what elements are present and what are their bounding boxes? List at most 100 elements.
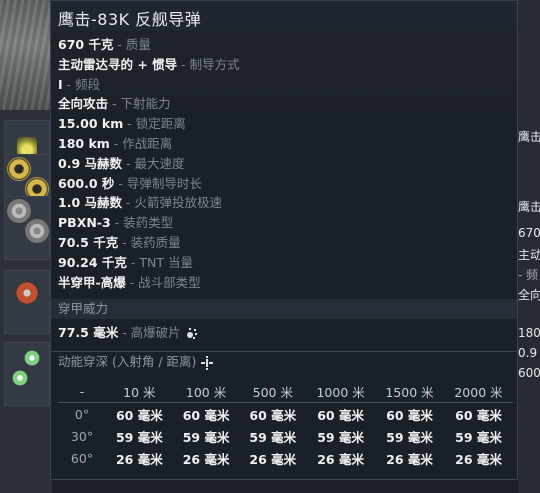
stat-row: 全向攻击 - 下射能力 xyxy=(58,94,240,114)
stat-label: 装药类型 xyxy=(123,215,174,231)
penetration-cell: 60 毫米 xyxy=(115,407,163,423)
penetration-cell: 59 毫米 xyxy=(386,429,433,445)
stat-value: 15.00 km xyxy=(58,116,124,132)
stat-label: 制导方式 xyxy=(189,56,240,72)
penetration-cell: 26 毫米 xyxy=(249,451,297,467)
he-fragment-label: 高爆破片 xyxy=(130,325,181,340)
weapon-slot-column xyxy=(0,110,52,493)
table-row: 60° 26 毫米 26 毫米 26 毫米 26 毫米 26 毫米 26 毫米 xyxy=(58,447,513,469)
background-text: 0.9 xyxy=(518,346,538,360)
weapon-slot[interactable] xyxy=(4,342,50,406)
stat-separator: - xyxy=(62,76,76,92)
stat-row: 600.0 秒 - 导弹制导时长 xyxy=(58,174,240,194)
weapon-stats-list: 670 千克 - 质量 主动雷达寻的 + 惯导 - 制导方式 I - 频段 全向攻击 … xyxy=(58,35,240,292)
stat-separator: - xyxy=(122,155,135,171)
weapon-name-prefix: 鹰击 xyxy=(58,10,92,29)
penetration-cell: 26 毫米 xyxy=(317,451,364,467)
distance-column-header: 10 米 xyxy=(106,380,173,403)
starburst-green-icon xyxy=(9,367,31,389)
penetration-cell: 26 毫米 xyxy=(455,451,502,467)
kinetic-header-label: 动能穿深 (入射角 / 距离) xyxy=(58,354,197,369)
stat-value: 600.0 秒 xyxy=(58,175,115,191)
stat-row: 半穿甲-高爆 - 战斗部类型 xyxy=(58,273,240,293)
stat-value: 70.5 千克 xyxy=(58,234,119,250)
table-corner: - xyxy=(58,380,106,403)
distance-column-header: 100 米 xyxy=(172,380,240,403)
stat-separator: - xyxy=(113,37,126,52)
stat-row: 15.00 km - 锁定距离 xyxy=(58,114,240,134)
weapon-name-suffix: -83K 反舰导弹 xyxy=(91,10,202,29)
stat-label: 质量 xyxy=(125,37,151,52)
angle-icon xyxy=(201,355,214,370)
angle-row-header: 30° xyxy=(70,428,94,444)
weapon-slot[interactable] xyxy=(4,196,50,260)
he-fragment-value: 77.5 毫米 xyxy=(58,325,119,340)
wheel-gold-icon xyxy=(7,157,31,181)
he-fragment-row: 77.5 毫米 - 高爆破片 xyxy=(58,323,199,343)
stat-separator: - xyxy=(118,234,131,250)
table-row: 0° 60 毫米 60 毫米 60 毫米 60 毫米 60 毫米 60 毫米 xyxy=(58,403,513,426)
stat-row: 90.24 千克 - TNT 当量 xyxy=(58,253,240,273)
background-text: 鹰击 xyxy=(518,200,540,214)
background-text: 全向 xyxy=(518,288,540,302)
cluster-gray-icon xyxy=(7,199,31,223)
kinetic-penetration-header: 动能穿深 (入射角 / 距离) xyxy=(51,351,517,371)
penetration-cell: 59 毫米 xyxy=(115,429,163,445)
stat-value: 1.0 马赫数 xyxy=(58,195,122,211)
background-text: 鹰击 xyxy=(518,130,540,144)
stat-separator: - xyxy=(109,135,123,151)
penetration-cell: 60 毫米 xyxy=(317,407,364,423)
stat-value: 0.9 马赫数 xyxy=(58,155,122,171)
penetration-table: -10 米 100 米 500 米 1000 米 1500 米 2000 米 0° 60 毫… xyxy=(58,380,513,469)
stat-label: 频段 xyxy=(75,76,101,92)
angle-row-header: 0° xyxy=(74,406,90,422)
stat-row: I - 频段 xyxy=(58,75,240,95)
stat-label: 导弹制导时长 xyxy=(126,175,202,191)
target-orange-icon xyxy=(15,281,39,305)
penetration-cell: 59 毫米 xyxy=(249,429,297,445)
stat-value: 670 千克 xyxy=(58,37,114,52)
penetration-cell: 60 毫米 xyxy=(386,407,433,423)
stat-row: PBXN-3 - 装药类型 xyxy=(58,213,240,233)
starburst-green-icon xyxy=(21,347,43,369)
distance-column-header: 2000 米 xyxy=(444,380,513,403)
stat-label: 最大速度 xyxy=(134,155,185,171)
distance-column-header: 1000 米 xyxy=(306,380,376,403)
penetration-cell: 26 毫米 xyxy=(182,451,230,467)
stat-value: 90.24 千克 xyxy=(58,254,127,270)
stat-separator: - xyxy=(123,116,136,132)
stat-label: 下射能力 xyxy=(120,96,171,112)
stat-value: 主动雷达寻的 + 惯导 xyxy=(58,56,178,72)
stat-row: 670 千克 - 质量 xyxy=(58,35,240,55)
stat-value: 半穿甲-高爆 xyxy=(58,274,126,290)
penetration-cell: 59 毫米 xyxy=(317,429,364,445)
penetration-cell: 59 毫米 xyxy=(182,429,230,445)
fragment-icon xyxy=(186,327,197,339)
penetration-cell: 59 毫米 xyxy=(455,429,502,445)
angle-row-header: 60° xyxy=(70,450,94,466)
stat-label: 装药质量 xyxy=(130,234,181,250)
stat-separator: - xyxy=(108,96,121,112)
stat-separator: - xyxy=(125,274,139,290)
weapon-title: 鹰击-83K 反舰导弹 xyxy=(58,6,201,30)
stat-label: 锁定距离 xyxy=(135,116,186,132)
stat-row: 180 km - 作战距离 xyxy=(58,134,240,154)
table-row: 30° 59 毫米 59 毫米 59 毫米 59 毫米 59 毫米 59 毫米 xyxy=(58,425,513,447)
stat-label: 作战距离 xyxy=(122,135,173,151)
stat-label: TNT 当量 xyxy=(139,254,193,270)
stat-row: 70.5 千克 - 装药质量 xyxy=(58,233,240,253)
stat-label: 火箭弹投放极速 xyxy=(134,195,222,211)
stat-separator: - xyxy=(110,215,124,231)
cluster-gray-icon xyxy=(25,219,49,243)
penetration-cell: 26 毫米 xyxy=(115,451,163,467)
stat-label: 战斗部类型 xyxy=(138,274,201,290)
background-text: 180 xyxy=(518,326,540,340)
stat-row: 主动雷达寻的 + 惯导 - 制导方式 xyxy=(58,55,240,75)
stat-value: 180 km xyxy=(58,135,110,151)
background-text: 600 xyxy=(518,366,540,380)
distance-column-header: 1500 米 xyxy=(375,380,444,403)
stat-separator: - xyxy=(122,195,135,211)
penetration-table-header: -10 米 100 米 500 米 1000 米 1500 米 2000 米 xyxy=(58,380,513,403)
penetration-cell: 60 毫米 xyxy=(182,407,230,423)
weapon-slot[interactable] xyxy=(4,270,50,334)
